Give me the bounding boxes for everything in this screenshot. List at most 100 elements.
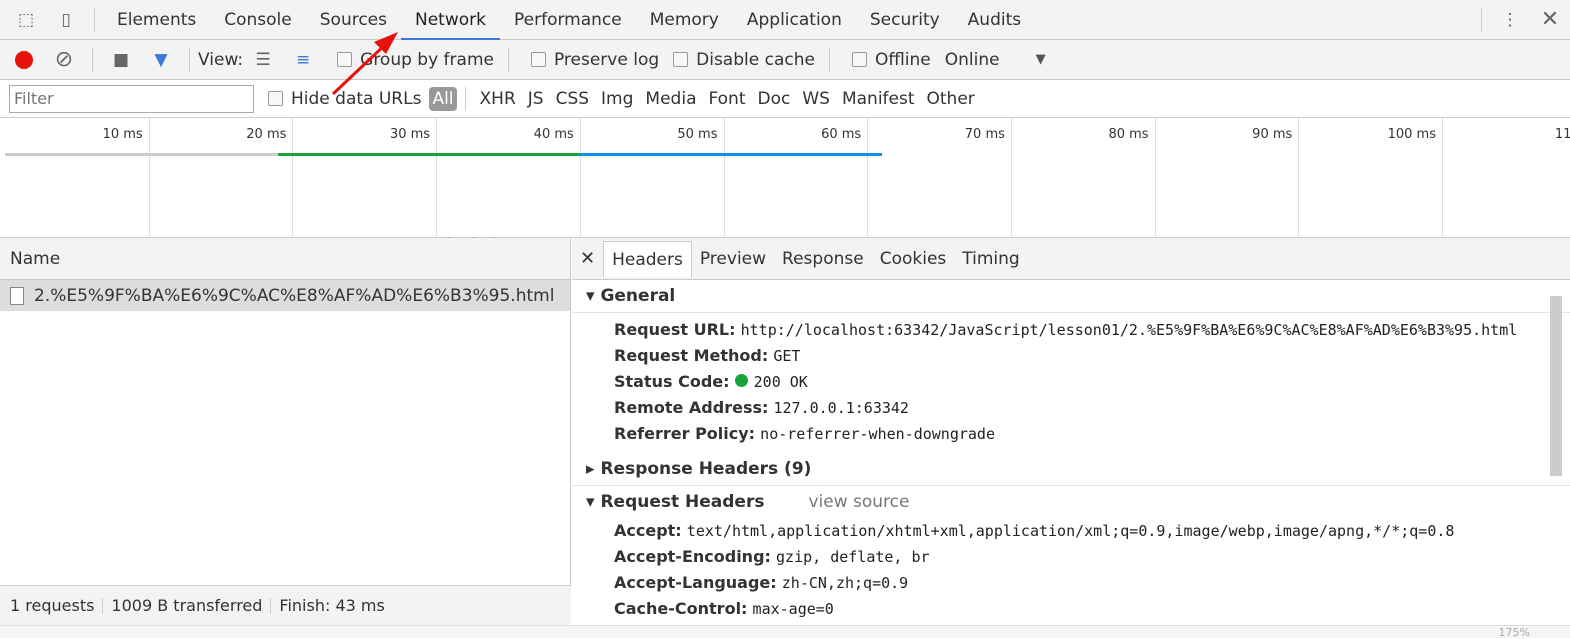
- device-toolbar-icon[interactable]: ▯: [50, 4, 82, 36]
- tab-network[interactable]: Network: [401, 0, 500, 40]
- tab-preview[interactable]: Preview: [692, 241, 774, 277]
- throttling-select[interactable]: Online: [945, 50, 1000, 70]
- hide-data-urls-checkbox[interactable]: [268, 91, 283, 106]
- header-name: Status Code:: [614, 372, 730, 391]
- filter-type-all[interactable]: All: [429, 86, 457, 111]
- document-icon: [10, 286, 24, 305]
- filter-type-doc[interactable]: Doc: [752, 89, 797, 109]
- timeline-tick-label: 50 ms: [677, 127, 718, 142]
- filter-type-ws[interactable]: WS: [796, 89, 836, 109]
- browser-status-bar: 175%: [0, 625, 1570, 639]
- scrollbar[interactable]: [1550, 296, 1562, 476]
- tab-audits[interactable]: Audits: [954, 0, 1035, 40]
- request-detail-panel: ✕ Headers Preview Response Cookies Timing ▾ …: [572, 238, 1570, 625]
- header-row: Status Code: 200 OK: [572, 369, 1570, 395]
- screenshot-camera-icon[interactable]: ■: [105, 44, 137, 76]
- filter-row: Hide data URLs All XHRJSCSSImgMediaFontDo…: [0, 80, 1570, 118]
- filter-icon[interactable]: ▼: [145, 44, 177, 76]
- timeline-tick-label: 10 ms: [102, 127, 143, 142]
- header-row: Cache-Control: max-age=0: [572, 596, 1570, 622]
- tab-memory[interactable]: Memory: [636, 0, 733, 40]
- offline-label: Offline: [874, 49, 931, 70]
- divider: [507, 47, 509, 72]
- preserve-log-checkbox[interactable]: [530, 52, 546, 67]
- tab-sources[interactable]: Sources: [306, 0, 401, 40]
- request-row[interactable]: 2.%E5%9F%BA%E6%9C%AC%E8%AF%AD%E6%B3%95.h…: [0, 280, 570, 311]
- timeline-gridline: [292, 118, 294, 238]
- filter-type-media[interactable]: Media: [639, 89, 702, 109]
- section-title: Request Headers: [600, 492, 765, 512]
- tab-application[interactable]: Application: [733, 0, 856, 40]
- tab-security[interactable]: Security: [856, 0, 954, 40]
- tab-console[interactable]: Console: [210, 0, 306, 40]
- filter-type-js[interactable]: JS: [522, 89, 550, 109]
- record-button[interactable]: [8, 44, 40, 76]
- timeline-gridline: [436, 118, 438, 238]
- close-detail-icon[interactable]: ✕: [572, 248, 603, 269]
- filter-type-css[interactable]: CSS: [550, 89, 595, 109]
- header-value: 127.0.0.1:63342: [773, 399, 909, 417]
- divider: [189, 47, 190, 72]
- header-row: Referrer Policy: no-referrer-when-downgr…: [572, 421, 1570, 447]
- tab-response[interactable]: Response: [774, 241, 872, 277]
- tab-cookies[interactable]: Cookies: [872, 241, 955, 277]
- inspect-element-icon[interactable]: ⬚: [10, 4, 42, 36]
- hide-data-urls-label: Hide data URLs: [291, 88, 422, 109]
- general-section-toggle[interactable]: ▾ General: [572, 280, 1570, 313]
- status-ok-icon: [734, 374, 748, 387]
- header-value: zh-CN,zh;q=0.9: [781, 574, 909, 592]
- divider: [828, 47, 830, 72]
- filter-input[interactable]: [9, 84, 254, 113]
- detail-tabs: ✕ Headers Preview Response Cookies Timing: [572, 238, 1570, 280]
- zoom-level: 175%: [1498, 626, 1530, 639]
- timeline-gridline: [867, 118, 869, 238]
- header-row: Remote Address: 127.0.0.1:63342: [572, 395, 1570, 421]
- header-value: gzip, deflate, br: [776, 548, 930, 566]
- clear-button[interactable]: ⊘: [48, 44, 80, 76]
- list-view-icon[interactable]: ☰: [247, 44, 279, 76]
- view-source-link[interactable]: view source: [808, 492, 909, 512]
- download-bar: [579, 153, 882, 156]
- timeline-tick-label: 110: [1554, 127, 1570, 142]
- name-column-header[interactable]: Name: [0, 238, 570, 280]
- filter-type-font[interactable]: Font: [702, 89, 751, 109]
- disable-cache-checkbox[interactable]: [673, 52, 689, 67]
- filter-type-other[interactable]: Other: [921, 89, 981, 109]
- header-name: Request Method:: [614, 346, 769, 365]
- view-label: View:: [198, 49, 244, 70]
- header-row: Request URL: http://localhost:63342/Java…: [572, 317, 1570, 343]
- response-headers-toggle[interactable]: ▸ Response Headers (9): [572, 453, 1570, 486]
- tab-elements[interactable]: Elements: [103, 0, 210, 40]
- header-value: max-age=0: [752, 600, 834, 618]
- waiting-bar: [278, 153, 580, 156]
- filter-type-img[interactable]: Img: [595, 89, 639, 109]
- timeline-tick-label: 90 ms: [1252, 127, 1293, 142]
- timeline-gridline: [1298, 118, 1300, 238]
- tab-headers[interactable]: Headers: [603, 240, 692, 277]
- divider: [92, 47, 93, 72]
- header-name: Accept-Encoding:: [614, 547, 771, 566]
- timeline-tick-label: 100 ms: [1387, 127, 1436, 142]
- header-row: Accept: text/html,application/xhtml+xml,…: [572, 518, 1570, 544]
- tab-performance[interactable]: Performance: [500, 0, 636, 40]
- request-list-panel: Name 2.%E5%9F%BA%E6%9C%AC%E8%AF%AD%E6%B3…: [0, 238, 571, 625]
- timeline-overview[interactable]: 10 ms 20 ms 30 ms 40 ms 50 ms 60 ms 70 ms 80 ms…: [0, 118, 1570, 238]
- timeline-tick-label: 70 ms: [964, 127, 1005, 142]
- preserve-log-label: Preserve log: [553, 49, 660, 70]
- filter-type-xhr[interactable]: XHR: [474, 89, 522, 109]
- tab-timing[interactable]: Timing: [954, 241, 1027, 277]
- divider: [94, 7, 95, 32]
- filter-type-manifest[interactable]: Manifest: [836, 89, 921, 109]
- header-row: Accept-Language: zh-CN,zh;q=0.9: [572, 570, 1570, 596]
- close-icon[interactable]: ✕: [1534, 4, 1566, 36]
- group-by-frame-checkbox[interactable]: [337, 52, 353, 67]
- request-headers-toggle[interactable]: ▾ Request Headers view source: [572, 486, 1570, 518]
- section-title: Response Headers (9): [600, 459, 812, 479]
- network-summary: 1 requests 1009 B transferred Finish: 43…: [0, 585, 571, 625]
- header-name: Request URL:: [614, 320, 736, 339]
- waterfall-view-icon[interactable]: ≡: [287, 44, 319, 76]
- timeline-tick-label: 60 ms: [821, 127, 862, 142]
- more-menu-icon[interactable]: ⋮: [1494, 4, 1526, 36]
- offline-checkbox[interactable]: [851, 52, 867, 67]
- chevron-down-icon[interactable]: ▼: [1036, 52, 1046, 67]
